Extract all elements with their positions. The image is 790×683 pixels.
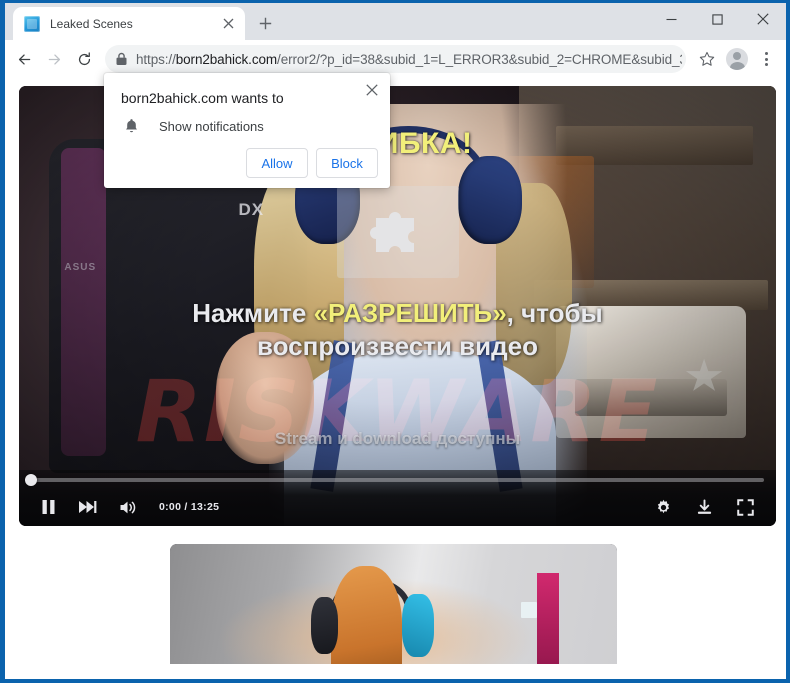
bell-icon (121, 116, 141, 136)
window-maximize-button[interactable] (694, 3, 740, 35)
url-path: /error2/?p_id=38&subid_1=L_ERROR3&subid_… (277, 51, 682, 67)
tab-strip: Leaked Scenes (5, 3, 786, 40)
pause-button[interactable] (41, 493, 56, 521)
volume-button[interactable] (119, 493, 137, 521)
video2-pink-object (536, 572, 559, 664)
controls-left: 0:00 / 13:25 (19, 493, 241, 521)
permission-actions: Allow Block (246, 148, 378, 178)
permission-request-row: Show notifications (121, 116, 264, 136)
url-scheme: https:// (136, 51, 176, 67)
download-icon[interactable] (696, 493, 713, 521)
controls-row: 0:00 / 13:25 (19, 490, 776, 524)
fullscreen-icon[interactable] (737, 493, 754, 521)
progress-handle[interactable] (25, 474, 37, 486)
video-timecode: 0:00 / 13:25 (159, 501, 220, 513)
video2-label-tag (520, 601, 537, 619)
progress-bar[interactable] (25, 474, 764, 486)
permission-dialog-title: born2bahick.com wants to (121, 90, 284, 106)
menu-dot (764, 57, 768, 61)
browser-tab[interactable]: Leaked Scenes (13, 7, 245, 40)
menu-dot (764, 63, 768, 66)
forward-button[interactable] (39, 44, 69, 74)
video-subtitle-text: Stream и download доступны (274, 429, 521, 448)
video-controls-bar: 0:00 / 13:25 (19, 470, 776, 526)
bookmark-star-icon[interactable] (694, 46, 720, 72)
close-tab-icon[interactable] (219, 15, 237, 33)
avatar-icon (726, 48, 748, 70)
video-player-card-secondary[interactable] (170, 544, 617, 664)
puzzle-piece-icon (366, 198, 430, 267)
chrome-menu-button[interactable] (753, 44, 779, 74)
instruction-prefix: Нажмите (192, 298, 314, 328)
browser-window: Leaked Scenes https://born2bahick.com/er… (0, 0, 790, 683)
next-track-button[interactable] (78, 493, 97, 521)
close-icon[interactable] (362, 80, 382, 100)
address-bar[interactable]: https://born2bahick.com/error2/?p_id=38&… (105, 45, 686, 73)
block-button[interactable]: Block (316, 148, 378, 178)
tab-title: Leaked Scenes (50, 16, 133, 31)
permission-label: Show notifications (159, 118, 264, 134)
plugin-missing-panel (336, 186, 459, 278)
instruction-line2: воспроизвести видео (257, 330, 538, 361)
settings-gear-icon[interactable] (655, 493, 672, 521)
menu-dot (764, 52, 768, 55)
instruction-suffix: , чтобы (506, 298, 603, 328)
back-button[interactable] (9, 44, 39, 74)
window-close-button[interactable] (740, 3, 786, 35)
notification-permission-dialog: born2bahick.com wants to Show notificati… (104, 73, 390, 188)
new-tab-button[interactable] (251, 9, 279, 37)
allow-button[interactable]: Allow (246, 148, 308, 178)
controls-right (631, 493, 776, 521)
video2-headphone-cup (402, 594, 434, 657)
video2-hair (330, 565, 403, 664)
profile-avatar[interactable] (722, 44, 752, 74)
url-domain: born2bahick.com (175, 51, 278, 67)
reload-button[interactable] (69, 44, 99, 74)
instruction-highlight: «РАЗРЕШИТЬ» (313, 298, 507, 328)
video-instruction-text: Нажмите «РАЗРЕШИТЬ», чтобы воспроизвести… (19, 297, 776, 363)
window-minimize-button[interactable] (648, 3, 694, 35)
tab-favicon-icon (24, 15, 40, 32)
video2-headphone-cup (310, 596, 338, 655)
lock-icon[interactable] (108, 46, 134, 72)
url-text: https://born2bahick.com/error2/?p_id=38&… (136, 52, 682, 67)
